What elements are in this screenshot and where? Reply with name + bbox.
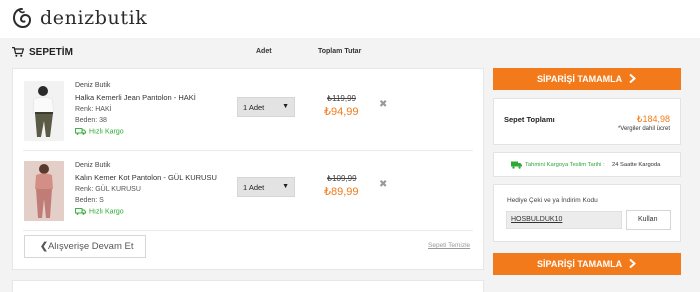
product-color: Renk: HAKİ — [75, 106, 112, 113]
item-price: ₺94,99 — [324, 106, 359, 118]
product-name[interactable]: Kalın Kemer Kot Pantolon - GÜL KURUSU — [75, 173, 217, 182]
chevron-left-icon: ❮ — [40, 241, 48, 252]
product-image[interactable] — [24, 81, 64, 141]
complete-order-label: SİPARİŞİ TAMAMLA — [537, 74, 623, 84]
coupon-panel: Hediye Çeki ve ya İndirim Kodu HOSBULDUK… — [493, 184, 681, 242]
complete-order-label: SİPARİŞİ TAMAMLA — [537, 259, 623, 269]
product-size: Beden: S — [75, 197, 104, 204]
chevron-right-icon — [629, 73, 637, 84]
apply-coupon-button[interactable]: Kullan — [626, 210, 671, 230]
apply-coupon-label: Kullan — [638, 216, 658, 223]
truck-icon — [75, 128, 86, 135]
fast-shipping-label: Hızlı Kargo — [89, 128, 124, 136]
coupon-input[interactable]: HOSBULDUK10 — [506, 211, 622, 229]
item-price: ₺89,99 — [324, 186, 359, 198]
close-icon[interactable]: ✖ — [379, 99, 387, 110]
delivery-value: 24 Saatte Kargoda — [612, 162, 661, 168]
quantity-value: 1 Adet — [243, 183, 265, 192]
quantity-value: 1 Adet — [243, 103, 265, 112]
delivery-label: Tahmini Kargoya Teslim Tarihi : — [525, 162, 605, 168]
old-price: ₺109,99 — [327, 174, 357, 183]
cart-icon — [12, 47, 24, 57]
column-header-qty: Adet — [256, 48, 272, 55]
clear-cart-link[interactable]: Sepeti Temizle — [428, 242, 470, 249]
page-title: SEPETİM — [29, 47, 73, 58]
cart-item: Deniz Butik Halka Kemerli Jean Pantolon … — [13, 75, 483, 153]
tax-note: *Vergiler dahil ücret — [617, 126, 670, 132]
site-header: denizbutik — [0, 0, 700, 38]
logo-text[interactable]: denizbutik — [40, 7, 147, 29]
continue-shopping-label: Alışverişe Devam Et — [47, 241, 134, 252]
product-brand: Deniz Butik — [75, 82, 111, 89]
logo-icon[interactable] — [11, 7, 33, 29]
truck-icon — [511, 161, 522, 169]
product-image[interactable] — [24, 161, 64, 221]
dropdown-arrow-icon: ▼ — [282, 103, 289, 110]
coupon-label: Hediye Çeki ve ya İndirim Kodu — [507, 197, 598, 204]
bottom-panel — [12, 280, 484, 292]
cart-total-label: Sepet Toplamı — [504, 115, 555, 124]
divider — [23, 150, 473, 151]
divider — [23, 230, 473, 231]
truck-icon — [75, 208, 86, 215]
product-name[interactable]: Halka Kemerli Jean Pantolon - HAKİ — [75, 93, 196, 102]
fast-shipping-badge: Hızlı Kargo — [75, 128, 124, 135]
old-price: ₺119,99 — [327, 94, 356, 103]
coupon-value: HOSBULDUK10 — [511, 216, 563, 223]
fast-shipping-badge: Hızlı Kargo — [75, 208, 124, 215]
complete-order-button[interactable]: SİPARİŞİ TAMAMLA — [493, 68, 681, 90]
complete-order-button[interactable]: SİPARİŞİ TAMAMLA — [493, 253, 681, 275]
continue-shopping-button[interactable]: ❮Alışverişe Devam Et — [24, 235, 146, 258]
quantity-select[interactable]: 1 Adet ▼ — [237, 97, 295, 117]
delivery-info: Tahmini Kargoya Teslim Tarihi : 24 Saatt… — [493, 152, 681, 177]
cart-panel: Deniz Butik Halka Kemerli Jean Pantolon … — [12, 68, 484, 270]
quantity-select[interactable]: 1 Adet ▼ — [237, 177, 295, 197]
product-size: Beden: 38 — [75, 117, 107, 124]
fast-shipping-label: Hızlı Kargo — [89, 208, 124, 216]
cart-total-value: ₺184,98 — [636, 114, 670, 124]
close-icon[interactable]: ✖ — [379, 179, 387, 190]
product-color: Renk: GÜL KURUSU — [75, 186, 141, 193]
chevron-right-icon — [629, 258, 637, 269]
cart-summary: Sepet Toplamı ₺184,98 *Vergiler dahil üc… — [493, 98, 681, 145]
product-brand: Deniz Butik — [75, 162, 111, 169]
cart-item: Deniz Butik Kalın Kemer Kot Pantolon - G… — [13, 155, 483, 233]
column-header-total: Toplam Tutar — [318, 48, 362, 55]
dropdown-arrow-icon: ▼ — [282, 183, 289, 190]
